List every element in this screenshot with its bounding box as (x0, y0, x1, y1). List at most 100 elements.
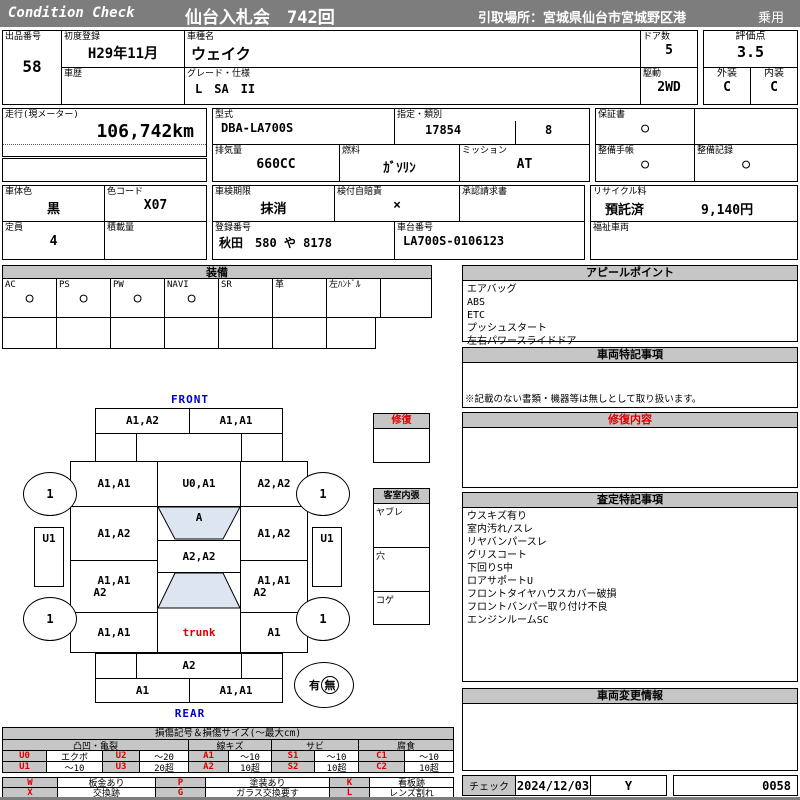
list-line: ETC (467, 310, 486, 321)
load-capacity-cell: 積載量 (104, 221, 207, 260)
spare-yes-label: 有 (309, 679, 320, 692)
displacement-label: 排気量 (215, 146, 243, 156)
vehicle-notes-title: 車両特記事項 (463, 348, 797, 363)
repair-mini-box: 修復 (373, 413, 430, 463)
welfare-vehicle-label: 福祉車両 (593, 223, 630, 233)
class-number2-value: 8 (545, 123, 553, 137)
panel-quarter-left: A1,A1 (70, 612, 158, 653)
chassis-number-cell: 車台番号 LA700S-0106123 (394, 221, 585, 260)
tire-rear-left: 1 (23, 597, 77, 641)
transmission-value: AT (516, 157, 533, 172)
list-line: フロントタイヤハウスカバー破損 (467, 589, 617, 600)
legend-code: C2 (358, 761, 405, 773)
pickup-location: 引取場所：宮城県仙台市宮城野区港 (478, 11, 687, 26)
sheet-number-cell: 0058 (673, 775, 798, 796)
history-cell: 車歴 (61, 67, 185, 105)
panel-roof: A2,A2 (157, 540, 241, 573)
equipment-cell-ps: PS ○ (56, 278, 111, 318)
transmission-cell: ミッション AT (459, 144, 590, 182)
insurance-cell: 検付自賠責 × (334, 185, 460, 222)
assessment-notes-title: 査定特記事項 (463, 493, 797, 508)
panel-tailgate: A2 (136, 653, 242, 679)
lot-number-cell: 出品番号 58 (2, 30, 62, 105)
diagram-rear-label: REAR (174, 707, 206, 720)
panel-front-center (136, 433, 242, 462)
score-value: 3.5 (736, 43, 765, 61)
check-label-cell: チェック (462, 775, 516, 796)
equipment-empty-cell (2, 317, 57, 349)
vehicle-changes-title: 車両変更情報 (463, 689, 797, 704)
legend-code: U1 (2, 761, 47, 773)
cabin-interior-item-burn: コゲ (376, 596, 395, 606)
list-line: グリスコート (467, 550, 527, 561)
equipment-label: 革 (275, 280, 285, 290)
mileage-value: 106,742km (3, 121, 206, 145)
panel-door-front-right: A1,A2 (240, 506, 308, 561)
legend-code: A2 (188, 761, 229, 773)
registration-number-value: 秋田 580 や 8178 (219, 236, 333, 250)
equipment-empty-cell (326, 317, 376, 349)
check-mark-cell: Y (590, 775, 667, 796)
repair-mini-title: 修復 (374, 414, 429, 429)
equipment-cell-lhd: 左ﾊﾝﾄﾞﾙ (326, 278, 381, 318)
maintenance-record-mark: ○ (742, 157, 750, 172)
equipment-label: NAVI (167, 280, 189, 290)
cabin-interior-item-tear: ヤブレ (374, 504, 429, 548)
vehicle-notes-section: 車両特記事項 ※記載のない書類・機器等は無しとして取り扱います。 (462, 347, 798, 408)
equipment-mark: ○ (25, 291, 34, 306)
color-code-value: X07 (143, 198, 168, 213)
legend-desc: 10超 (228, 761, 272, 774)
equipment-empty-cell (218, 317, 273, 349)
list-line: プッシュスタート (467, 323, 547, 334)
list-line: 室内汚れ/スレ (467, 524, 534, 535)
drive-label: 駆動 (643, 69, 662, 79)
repair-details-title: 修復内容 (463, 413, 797, 428)
color-code-cell: 色コード X07 (104, 185, 207, 222)
legend-code: U3 (102, 761, 140, 773)
equipment-cell-extra (380, 278, 432, 318)
title-bar: Condition Check 仙台入札会 742回 引取場所：宮城県仙台市宮城… (0, 0, 800, 28)
panel-trunk: trunk (157, 612, 241, 653)
capacity-cell: 定員 4 (2, 221, 105, 260)
capacity-label: 定員 (5, 223, 24, 233)
model-code-cell: 型式 DBA-LA700S (212, 108, 395, 145)
panel-sill-left: U1 (34, 527, 64, 587)
registration-number-cell: 登録番号 秋田 580 や 8178 (212, 221, 395, 260)
list-line: エアバッグ (467, 284, 517, 295)
appeal-points-section: アピールポイント エアバッグ ABS ETC プッシュスタート 左右パワースライドドア (462, 265, 798, 347)
grade-label: グレード・仕様 (187, 69, 251, 79)
model-code-value: DBA-LA700S (221, 121, 294, 135)
trunk-label: trunk (182, 626, 216, 639)
cabin-interior-box: 客室内張 ヤブレ 穴 コゲ (373, 488, 430, 625)
equipment-label: PS (59, 280, 70, 290)
equipment-cell-navi: NAVI ○ (164, 278, 219, 318)
body-color-cell: 車体色 黒 (2, 185, 105, 222)
legend-desc: 10超 (404, 761, 454, 774)
list-line: エンジンルームSC (467, 615, 549, 626)
vehicle-changes-section: 車両変更情報 (462, 688, 798, 771)
doors-label: ドア数 (643, 32, 671, 42)
doors-value: 5 (665, 43, 673, 58)
panel-door-rear-right-line2: A2 (253, 585, 267, 599)
panel-front-bumper-right: A1,A1 (189, 408, 283, 434)
list-line: リヤバンパースレ (467, 537, 547, 548)
panel-headlight-left (95, 433, 137, 462)
class-cell: 指定・類別 17854 8 (394, 108, 590, 145)
equipment-label: AC (5, 280, 16, 290)
panel-front-bumper-left: A1,A2 (95, 408, 190, 434)
class-label: 指定・類別 (397, 110, 443, 120)
fuel-cell: 燃料 ｶﾞｿﾘﾝ (339, 144, 460, 182)
equipment-label: 左ﾊﾝﾄﾞﾙ (329, 280, 361, 290)
maintenance-record-cell: 整備記録 ○ (694, 144, 798, 182)
equipment-label: SR (221, 280, 232, 290)
cabin-interior-title: 客室内張 (374, 489, 429, 504)
panel-headlight-right (241, 433, 283, 462)
grade-value: L SA II (195, 82, 256, 96)
registration-number-label: 登録番号 (215, 223, 252, 233)
sill-right-label: U1 (320, 532, 334, 545)
panel-fender-left: A1,A1 (70, 461, 158, 507)
equipment-empty-cell (164, 317, 219, 349)
list-line: フロントバンパー取り付け不良 (467, 602, 608, 613)
vehicle-changes-list (463, 704, 797, 708)
chassis-number-label: 車台番号 (397, 223, 434, 233)
